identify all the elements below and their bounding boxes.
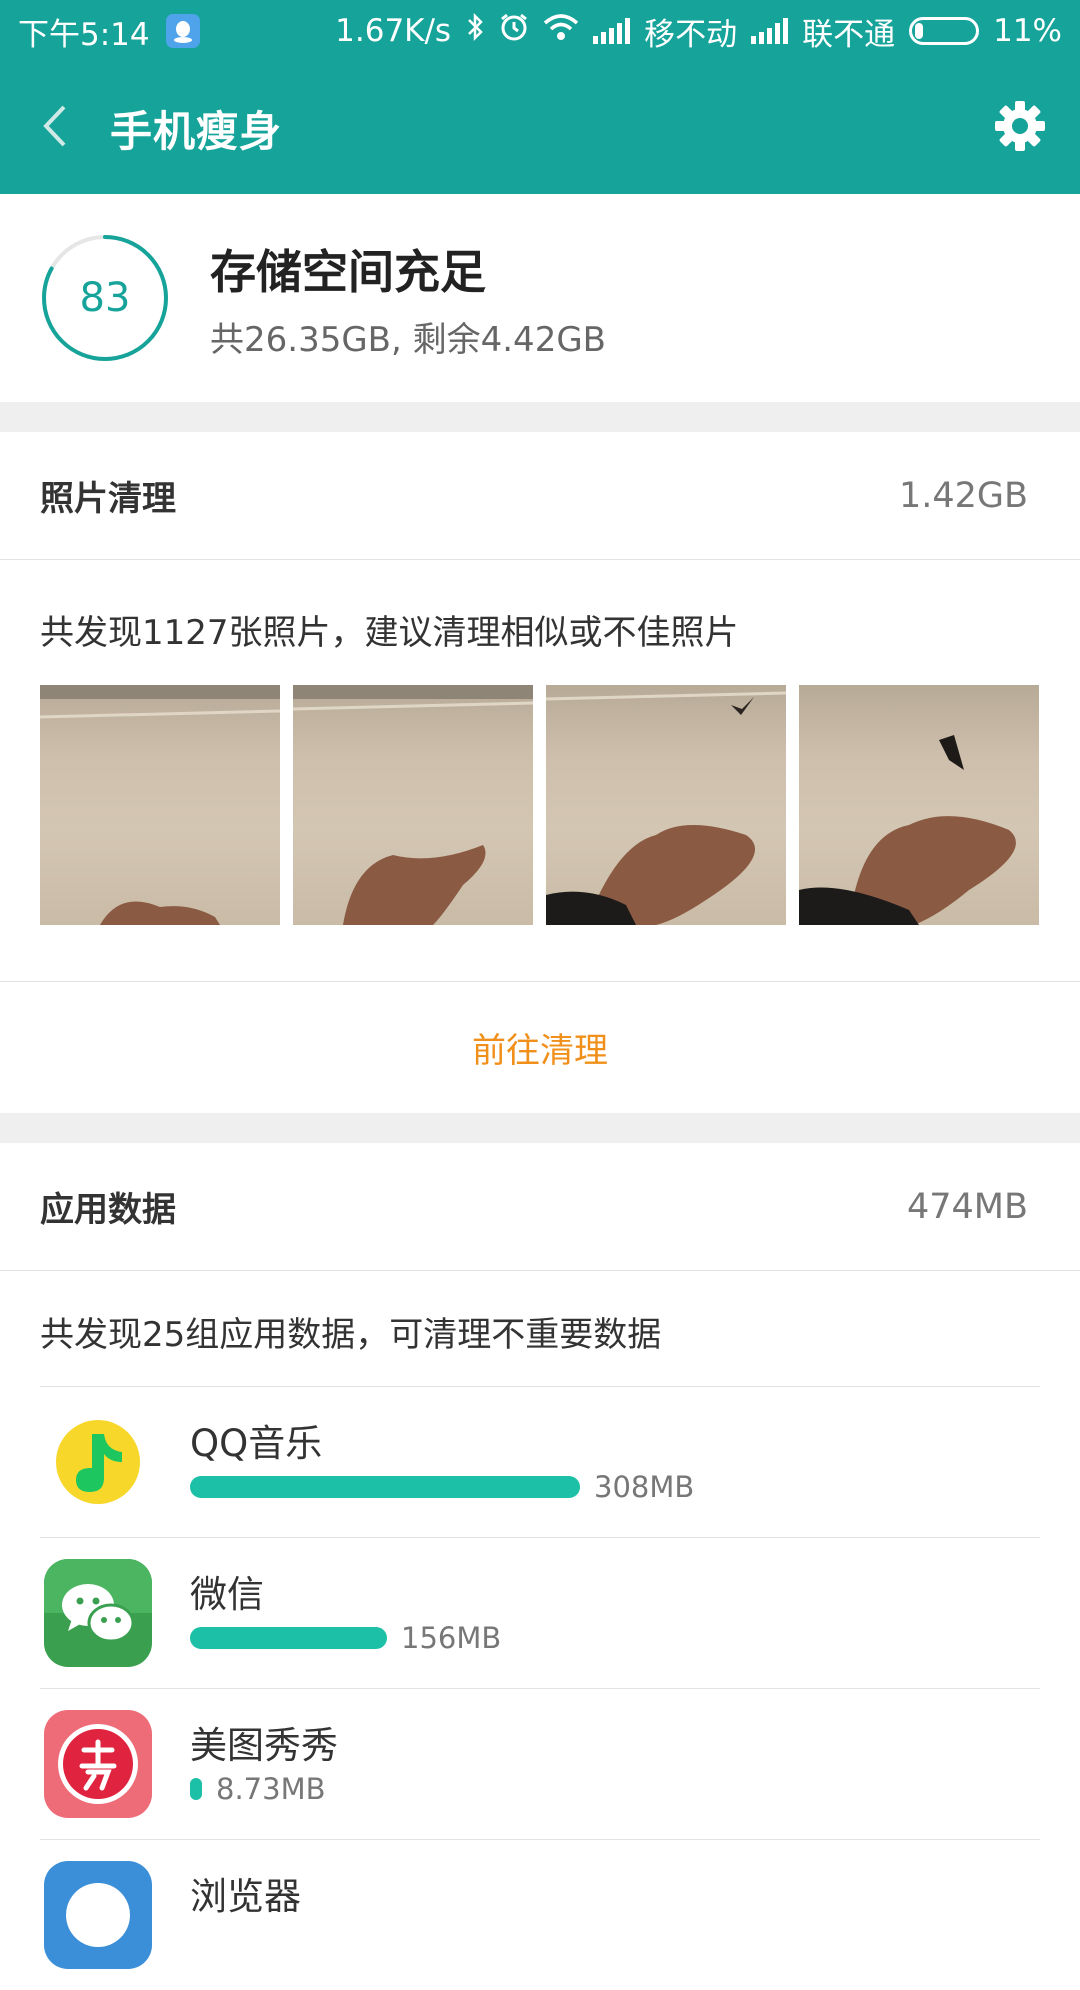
storage-detail: 共26.35GB, 剩余4.42GB [210,319,606,360]
app-size: 156MB [401,1621,502,1655]
photo-thumbnail[interactable] [40,685,280,925]
network-speed: 1.67K/s [335,13,452,49]
bluetooth-icon [465,12,485,50]
storage-score: 83 [79,275,131,321]
section-divider [0,1113,1080,1143]
carrier-2: 联不通 [802,16,896,53]
app-bar: 手机瘦身 [0,62,1080,194]
app-row-meitu[interactable]: 美图秀秀 8.73MB [40,1688,1040,1839]
carrier-1: 移不动 [644,16,738,53]
storage-score-ring: 83 [40,233,170,363]
signal-icon-1 [593,18,631,44]
gear-icon [994,100,1046,156]
app-size: 8.73MB [216,1772,326,1806]
qq-notification-icon [165,14,200,48]
photo-clean-description: 共发现1127张照片，建议清理相似或不佳照片 [40,613,739,653]
app-row-qq-music[interactable]: QQ音乐 308MB [40,1386,1040,1537]
photo-thumbnail[interactable] [546,685,786,925]
wechat-icon [44,1559,152,1667]
photo-thumbnail[interactable] [799,685,1039,925]
chevron-left-icon [40,103,70,153]
photo-thumbnails [40,685,1040,925]
page-title: 手机瘦身 [110,106,283,156]
status-bar: 下午5:14 1.67K/s 移不动 联不通 11% [0,0,1080,62]
app-size: 308MB [594,1470,695,1504]
qq-music-icon [44,1408,152,1516]
photo-clean-size: 1.42GB [898,475,1028,516]
app-data-description: 共发现25组应用数据，可清理不重要数据 [40,1315,662,1355]
storage-summary: 83 存储空间充足 共26.35GB, 剩余4.42GB [0,194,1080,402]
app-name: 微信 [190,1573,264,1616]
app-row-browser[interactable]: 浏览器 [40,1839,1040,1990]
app-usage-bar [190,1627,387,1649]
battery-percent: 11% [993,13,1062,49]
browser-icon [44,1861,152,1969]
app-name: 浏览器 [190,1875,301,1918]
back-button[interactable] [0,62,110,194]
wifi-icon [543,13,579,49]
settings-button[interactable] [960,62,1080,194]
photo-thumbnail[interactable] [293,685,533,925]
app-name: QQ音乐 [190,1422,323,1465]
app-data-label: 应用数据 [40,1190,176,1230]
storage-status-title: 存储空间充足 [210,244,486,299]
app-usage-bar [190,1476,580,1498]
meitu-icon [44,1710,152,1818]
app-row-wechat[interactable]: 微信 156MB [40,1537,1040,1688]
app-name: 美图秀秀 [190,1724,338,1767]
photo-clean-label: 照片清理 [40,479,176,519]
section-divider [0,402,1080,432]
app-usage-bar [190,1778,202,1800]
battery-icon [909,17,980,45]
app-data-header[interactable]: 应用数据 474MB [0,1143,1080,1271]
photo-clean-header[interactable]: 照片清理 1.42GB [0,432,1080,560]
app-data-size: 474MB [906,1186,1028,1227]
signal-icon-2 [751,18,789,44]
status-time: 下午5:14 [18,16,150,53]
go-clean-button[interactable]: 前往清理 [0,981,1080,1113]
alarm-icon [499,12,529,50]
